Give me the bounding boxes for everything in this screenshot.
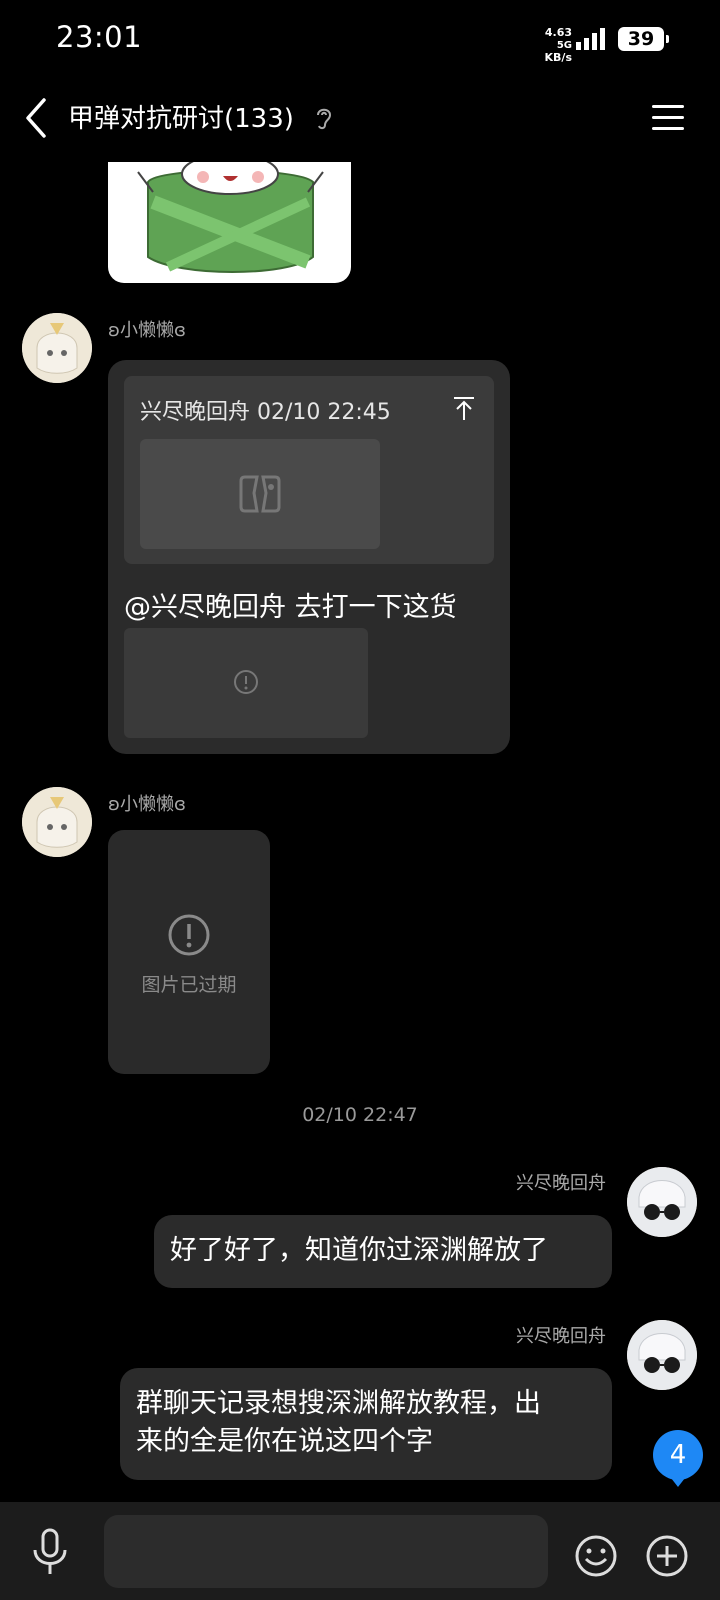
net-speed-unit: KB/s: [544, 51, 572, 64]
message-text-line1: 群聊天记录想搜深渊解放教程，出: [136, 1388, 541, 1419]
voice-icon[interactable]: [30, 1528, 70, 1576]
timestamp: 02/10 22:47: [302, 1104, 418, 1126]
my-message-bubble[interactable]: 好了好了，知道你过深渊解放了: [154, 1215, 612, 1288]
message-input[interactable]: [104, 1515, 548, 1588]
ear-icon[interactable]: [313, 105, 335, 131]
unread-badge[interactable]: 4: [653, 1430, 703, 1487]
menu-icon[interactable]: [650, 100, 686, 136]
quoted-message[interactable]: 兴尽晚回舟 02/10 22:45: [124, 376, 494, 564]
net-speed-value: 4.63: [544, 26, 572, 39]
back-button[interactable]: [22, 96, 52, 140]
battery-icon: 39: [618, 27, 669, 51]
sticker-image[interactable]: [108, 162, 351, 283]
sender-name[interactable]: 兴尽晚回舟: [516, 1169, 606, 1195]
message-text: 好了好了，知道你过深渊解放了: [170, 1235, 548, 1266]
my-message-bubble[interactable]: 群聊天记录想搜深渊解放教程，出 来的全是你在说这四个字: [120, 1368, 612, 1480]
warning-icon: [234, 670, 258, 694]
expired-image[interactable]: 图片已过期: [108, 830, 270, 1074]
image-broken-icon: [239, 475, 281, 513]
jump-to-quote-icon[interactable]: [452, 396, 476, 422]
message-text[interactable]: @兴尽晚回舟 去打一下这货: [124, 585, 457, 624]
avatar[interactable]: [22, 787, 92, 857]
signal-icon: [576, 28, 605, 50]
expired-label: 图片已过期: [141, 974, 237, 996]
network-type: 5G: [556, 40, 572, 51]
my-avatar[interactable]: [627, 1167, 697, 1237]
chat-title[interactable]: 甲弹对抗研讨(133): [68, 98, 294, 135]
sender-name[interactable]: ʚ小懒懒ɞ: [108, 790, 186, 816]
my-avatar[interactable]: [627, 1320, 697, 1390]
expired-image[interactable]: [124, 628, 368, 738]
message-text-line2: 来的全是你在说这四个字: [136, 1426, 433, 1457]
quoted-image-placeholder[interactable]: [140, 439, 380, 549]
network-speed: 4.63 5G KB/s: [536, 27, 572, 64]
warning-icon: [168, 914, 210, 956]
emoji-icon[interactable]: [574, 1534, 618, 1578]
sender-name[interactable]: 兴尽晚回舟: [516, 1322, 606, 1348]
quote-header: 兴尽晚回舟 02/10 22:45: [140, 400, 391, 425]
status-time: 23:01: [56, 20, 143, 54]
plus-icon[interactable]: [645, 1534, 689, 1578]
sender-name[interactable]: ʚ小懒懒ɞ: [108, 316, 186, 342]
avatar[interactable]: [22, 313, 92, 383]
